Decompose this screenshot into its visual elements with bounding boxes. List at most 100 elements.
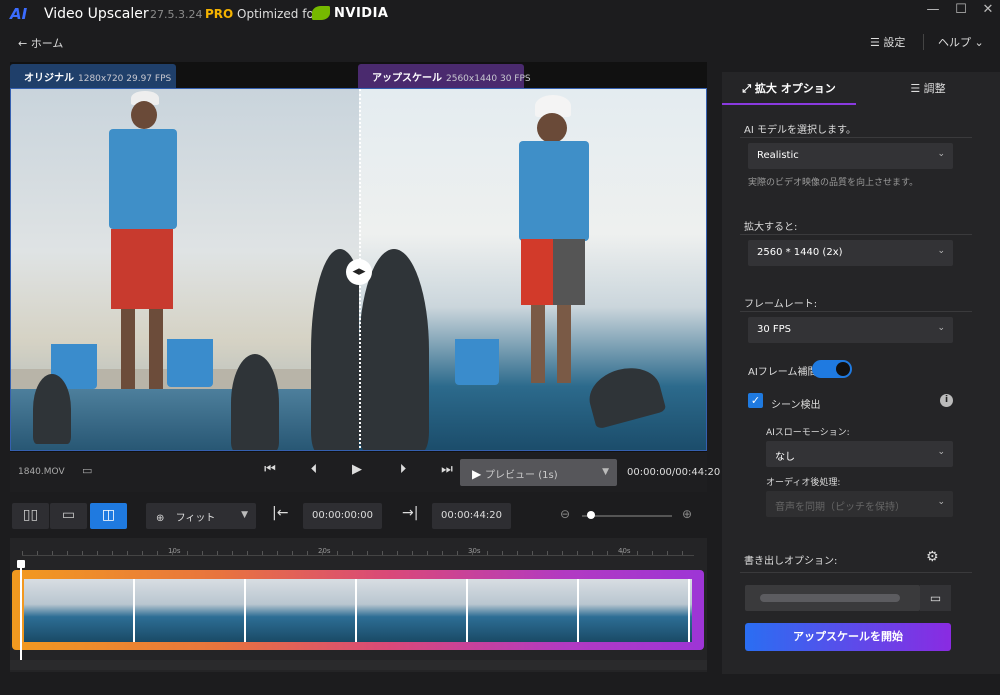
app-logo: AI — [10, 5, 28, 23]
end-time-field[interactable]: 00:00:44:20 — [432, 503, 511, 529]
zoom-select[interactable]: ⊕ フィット ▼ — [146, 503, 256, 529]
sliders-icon: ☰ — [910, 82, 924, 95]
scene-detect-checkbox[interactable]: ✓ — [748, 393, 763, 408]
preview-label: プレビュー (1s) — [485, 470, 558, 481]
mark-out-button[interactable]: →| — [402, 505, 418, 521]
next-frame-button[interactable]: ⏵ — [393, 462, 413, 477]
head-right — [537, 113, 567, 143]
maximize-button[interactable]: ☐ — [950, 2, 972, 17]
play-button[interactable]: ▶ — [347, 462, 367, 477]
audio-label: オーディオ後処理: — [766, 478, 841, 488]
optimized-text: Optimized for — [237, 7, 319, 21]
chevron-down-icon: ▼ — [241, 510, 248, 520]
zoom-label: フィット — [175, 513, 216, 524]
head-left — [131, 101, 157, 129]
upscale-tab: アップスケール 2560x1440 30 FPS — [358, 64, 531, 88]
scale-select[interactable]: 2560 * 1440 (2x) ⌄ — [748, 240, 953, 266]
folder-icon[interactable]: ▭ — [82, 464, 92, 477]
divider — [740, 311, 972, 312]
help-menu[interactable]: ヘルプ ⌄ — [938, 34, 984, 50]
split-view-button[interactable]: ▯▯ — [12, 503, 49, 529]
zoom-icon: ⊕ — [156, 513, 168, 524]
compare-handle[interactable]: ◂▸ — [346, 259, 372, 285]
play-icon: ▶ — [472, 467, 486, 481]
thumbnail-strip — [24, 579, 692, 642]
dolphin-right — [583, 360, 667, 430]
shirt-left — [109, 129, 177, 229]
export-label: 書き出しオプション: — [744, 556, 838, 567]
zoom-out-icon[interactable]: ⊖ — [560, 507, 570, 521]
single-view-button[interactable]: ▭ — [50, 503, 87, 529]
playhead[interactable] — [20, 563, 22, 661]
close-button[interactable]: ✕ — [977, 2, 999, 17]
scene-detect-label: シーン検出 — [771, 400, 821, 411]
gear-icon[interactable]: ⚙ — [926, 549, 939, 565]
thumbnail-frame — [468, 579, 579, 642]
ai-model-value: Realistic — [757, 150, 799, 161]
zoom-slider-thumb[interactable] — [586, 511, 595, 519]
audio-select[interactable]: 音声を同期（ピッチを保持） ⌄ — [766, 491, 953, 517]
skip-start-button[interactable]: ⏮ — [260, 462, 280, 477]
folder-icon[interactable]: ▭ — [920, 585, 951, 611]
help-label: ヘルプ — [938, 36, 971, 49]
nav-separator — [923, 34, 924, 50]
framerate-label: フレームレート: — [744, 299, 818, 310]
zoom-slider[interactable] — [582, 515, 672, 517]
tab-adjust[interactable]: ☰ 調整 — [856, 72, 1000, 105]
app-version: 27.5.3.24 — [150, 8, 203, 21]
prev-frame-button[interactable]: ⏴ — [304, 462, 324, 477]
thumbnail-frame — [579, 579, 690, 642]
shorts-right — [521, 239, 585, 305]
minimize-button[interactable]: — — [922, 2, 944, 17]
nvidia-logo-icon — [312, 6, 330, 20]
sliders-icon: ☰ — [870, 36, 884, 49]
upscale-label: アップスケール — [372, 73, 442, 84]
start-time-field[interactable]: 00:00:00:00 — [303, 503, 382, 529]
zoom-in-icon[interactable]: ⊕ — [682, 507, 692, 521]
framerate-value: 30 FPS — [757, 324, 792, 335]
chevron-down-icon: ⌄ — [937, 149, 945, 159]
chevron-down-icon: ⌄ — [974, 36, 984, 49]
thumbnail-frame — [357, 579, 468, 642]
audio-value: 音声を同期（ピッチを保持） — [775, 502, 905, 513]
original-label: オリジナル — [24, 73, 74, 84]
leg-right-2 — [557, 305, 571, 383]
timecode: 00:00:00/00:44:20 — [627, 467, 721, 478]
tab-expand-options[interactable]: ⤢ 拡大 オプション — [722, 72, 856, 105]
nvidia-text: NVIDIA — [334, 6, 389, 21]
timeline-scrollbar[interactable] — [10, 660, 707, 670]
slowmo-select[interactable]: なし ⌄ — [766, 441, 953, 467]
tick-label: 20s — [318, 547, 331, 555]
tick-label: 40s — [618, 547, 631, 555]
thumbnail-frame — [246, 579, 357, 642]
settings-button[interactable]: ☰ 設定 — [870, 34, 905, 50]
skip-end-button[interactable]: ⏭ — [437, 462, 457, 477]
original-tab: オリジナル 1280x720 29.97 FPS — [10, 64, 176, 88]
bucket-right — [455, 339, 499, 385]
chevron-down-icon: ⌄ — [937, 497, 945, 507]
scale-value: 2560 * 1440 (2x) — [757, 247, 843, 258]
chevron-down-icon: ⌄ — [937, 447, 945, 457]
chevron-down-icon: ⌄ — [937, 246, 945, 256]
nav-bar: ← ホーム ☰ 設定 ヘルプ ⌄ — [0, 28, 1000, 56]
preview-button[interactable]: ▶ プレビュー (1s) ▼ — [460, 459, 617, 486]
compare-view-button[interactable]: ◫ — [90, 503, 127, 529]
chevron-down-icon: ⌄ — [937, 323, 945, 333]
tab-expand-label: 拡大 オプション — [754, 82, 836, 95]
chevron-down-icon: ▼ — [602, 467, 609, 477]
ai-model-select[interactable]: Realistic ⌄ — [748, 143, 953, 169]
app-title: Video Upscaler — [44, 6, 149, 22]
mark-in-button[interactable]: |← — [272, 505, 288, 521]
info-icon[interactable]: i — [940, 394, 953, 407]
video-preview[interactable]: ◂▸ — [10, 88, 707, 451]
ai-model-label: AI モデルを選択します。 — [744, 125, 856, 136]
title-bar: AI Video Upscaler 27.5.3.24 PRO Optimize… — [0, 0, 1000, 28]
thumbnail-frame — [24, 579, 135, 642]
home-link[interactable]: ← ホーム — [18, 35, 63, 51]
pro-badge: PRO — [205, 7, 234, 21]
thumbnail-frame — [135, 579, 246, 642]
start-upscale-button[interactable]: アップスケールを開始 — [745, 623, 951, 651]
leg-right-1 — [531, 305, 545, 383]
framerate-select[interactable]: 30 FPS ⌄ — [748, 317, 953, 343]
ai-frame-toggle-knob — [836, 362, 850, 376]
